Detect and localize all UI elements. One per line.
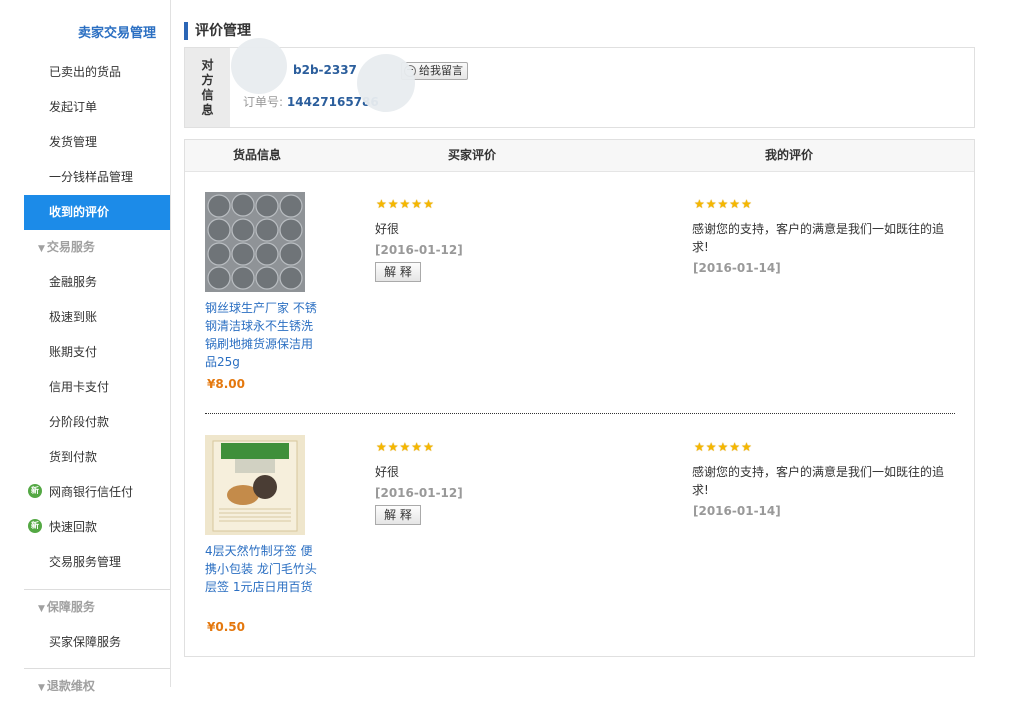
chevron-down-icon: ▼ [38,604,45,614]
sidebar-title: 卖家交易管理 [77,26,156,41]
my-rating-stars: ★ ★ ★ ★ ★ [694,198,752,210]
star-icon: ★ [717,197,729,211]
product-price: ¥8.00 [207,377,245,391]
star-icon: ★ [423,440,434,454]
steel-wool-image [205,192,305,292]
star-icon: ★ [729,440,741,454]
header-my-review: 我的评价 [765,148,814,162]
header-product-info: 货品信息 [233,148,282,162]
buyer-rating-stars: ★ ★ ★ ★ ★ [376,198,434,210]
redaction-blur [231,38,287,94]
table-header: 货品信息 买家评价 我的评价 [185,140,974,172]
order-number-label: 订单号: [243,95,284,109]
sidebar-item-label: 网商银行信任付 [49,485,134,499]
buyer-review-text: 好很 [375,222,400,236]
buyer-rating-stars: ★ ★ ★ ★ ★ [376,441,434,453]
sidebar-item-sold-goods[interactable]: 已卖出的货品 [24,55,170,90]
sidebar-item-fast-payback[interactable]: 新 快速回款 [24,510,170,545]
star-icon: ★ [423,197,434,211]
sidebar-item-installment[interactable]: 分阶段付款 [24,405,170,440]
product-price: ¥0.50 [207,620,245,634]
product-thumbnail[interactable] [205,192,305,292]
sidebar-item-trust-pay[interactable]: 新 网商银行信任付 [24,475,170,510]
my-review-date: [2016-01-14] [693,261,781,275]
section-label: 退款维权 [46,679,95,693]
section-label: 保障服务 [46,600,95,614]
star-icon: ★ [399,440,411,454]
buyer-review-date: [2016-01-12] [375,243,463,257]
product-name-link[interactable]: 4层天然竹制牙签 便携小包装 龙门毛竹头层签 1元店日用百货 [205,542,320,596]
section-label: 交易服务 [46,240,95,254]
sidebar-item-received-reviews[interactable]: 收到的评价 [24,195,170,230]
chevron-down-icon: ▼ [38,244,45,254]
party-info: 对方信息 b2b-2337 给我留言 订单号: 14427165786 [184,38,975,128]
chevron-down-icon: ▼ [38,683,45,693]
review-row: 4层天然竹制牙签 便携小包装 龙门毛竹头层签 1元店日用百货 ¥0.50 ★ ★ ★… [185,435,974,665]
sidebar-section-trade-services[interactable]: ▼ 交易服务 [24,230,170,265]
star-icon: ★ [376,197,387,211]
reviews-table: 货品信息 买家评价 我的评价 钢丝球生产厂家 不锈钢清洁球永不生锈洗锅刷地摊货源… [184,139,975,657]
sidebar-item-finance[interactable]: 金融服务 [24,265,170,300]
order-number-row: 订单号: 14427165786 [243,93,379,110]
my-rating-stars: ★ ★ ★ ★ ★ [694,441,752,453]
star-icon: ★ [694,197,705,211]
star-icon: ★ [741,197,752,211]
sidebar-item-credit-term[interactable]: 账期支付 [24,335,170,370]
explain-button[interactable]: 解 释 [375,505,421,525]
star-icon: ★ [376,440,387,454]
sidebar-item-credit-card[interactable]: 信用卡支付 [24,370,170,405]
sidebar-item-sample-management[interactable]: 一分钱样品管理 [24,160,170,195]
star-icon: ★ [387,440,399,454]
toothpick-image [205,435,305,535]
review-separator [205,413,955,414]
sidebar-item-trade-service-manage[interactable]: 交易服务管理 [24,545,170,580]
redaction-blur [357,54,415,112]
my-review-text: 感谢您的支持，客户的满意是我们一如既往的追求! [692,222,945,254]
star-icon: ★ [705,440,717,454]
product-thumbnail[interactable] [205,435,305,535]
my-review-text: 感谢您的支持，客户的满意是我们一如既往的追求! [692,465,945,497]
sidebar-item-shipping[interactable]: 发货管理 [24,125,170,160]
explain-button[interactable]: 解 释 [375,262,421,282]
party-name-link[interactable]: b2b-2337 [293,63,357,77]
header-buyer-review: 买家评价 [448,148,497,162]
sidebar-item-buyer-protection[interactable]: 买家保障服务 [24,625,170,660]
star-icon: ★ [729,197,741,211]
new-badge-icon: 新 [28,519,42,533]
star-icon: ★ [387,197,399,211]
review-row: 钢丝球生产厂家 不锈钢清洁球永不生锈洗锅刷地摊货源保洁用品25g ¥8.00 ★… [185,192,974,422]
star-icon: ★ [399,197,411,211]
sidebar-item-cod[interactable]: 货到付款 [24,440,170,475]
star-icon: ★ [705,197,717,211]
star-icon: ★ [741,440,752,454]
page-title: 评价管理 [184,22,251,40]
sidebar-item-label: 快速回款 [49,520,98,534]
my-review-date: [2016-01-14] [693,504,781,518]
sidebar-section-guarantee[interactable]: ▼ 保障服务 [24,590,170,625]
sidebar-item-fast-arrival[interactable]: 极速到账 [24,300,170,335]
buyer-review-date: [2016-01-12] [375,486,463,500]
leave-message-label: 给我留言 [419,64,463,77]
star-icon: ★ [694,440,705,454]
buyer-review-text: 好很 [375,465,400,479]
sidebar: 卖家交易管理 已卖出的货品 发起订单 发货管理 一分钱样品管理 收到的评价 ▼ 交… [24,0,171,693]
product-name-link[interactable]: 钢丝球生产厂家 不锈钢清洁球永不生锈洗锅刷地摊货源保洁用品25g [205,299,320,371]
party-info-label: 对方信息 [185,48,230,127]
star-icon: ★ [411,197,423,211]
star-icon: ★ [411,440,423,454]
new-badge-icon: 新 [28,484,42,498]
sidebar-item-create-order[interactable]: 发起订单 [24,90,170,125]
star-icon: ★ [717,440,729,454]
